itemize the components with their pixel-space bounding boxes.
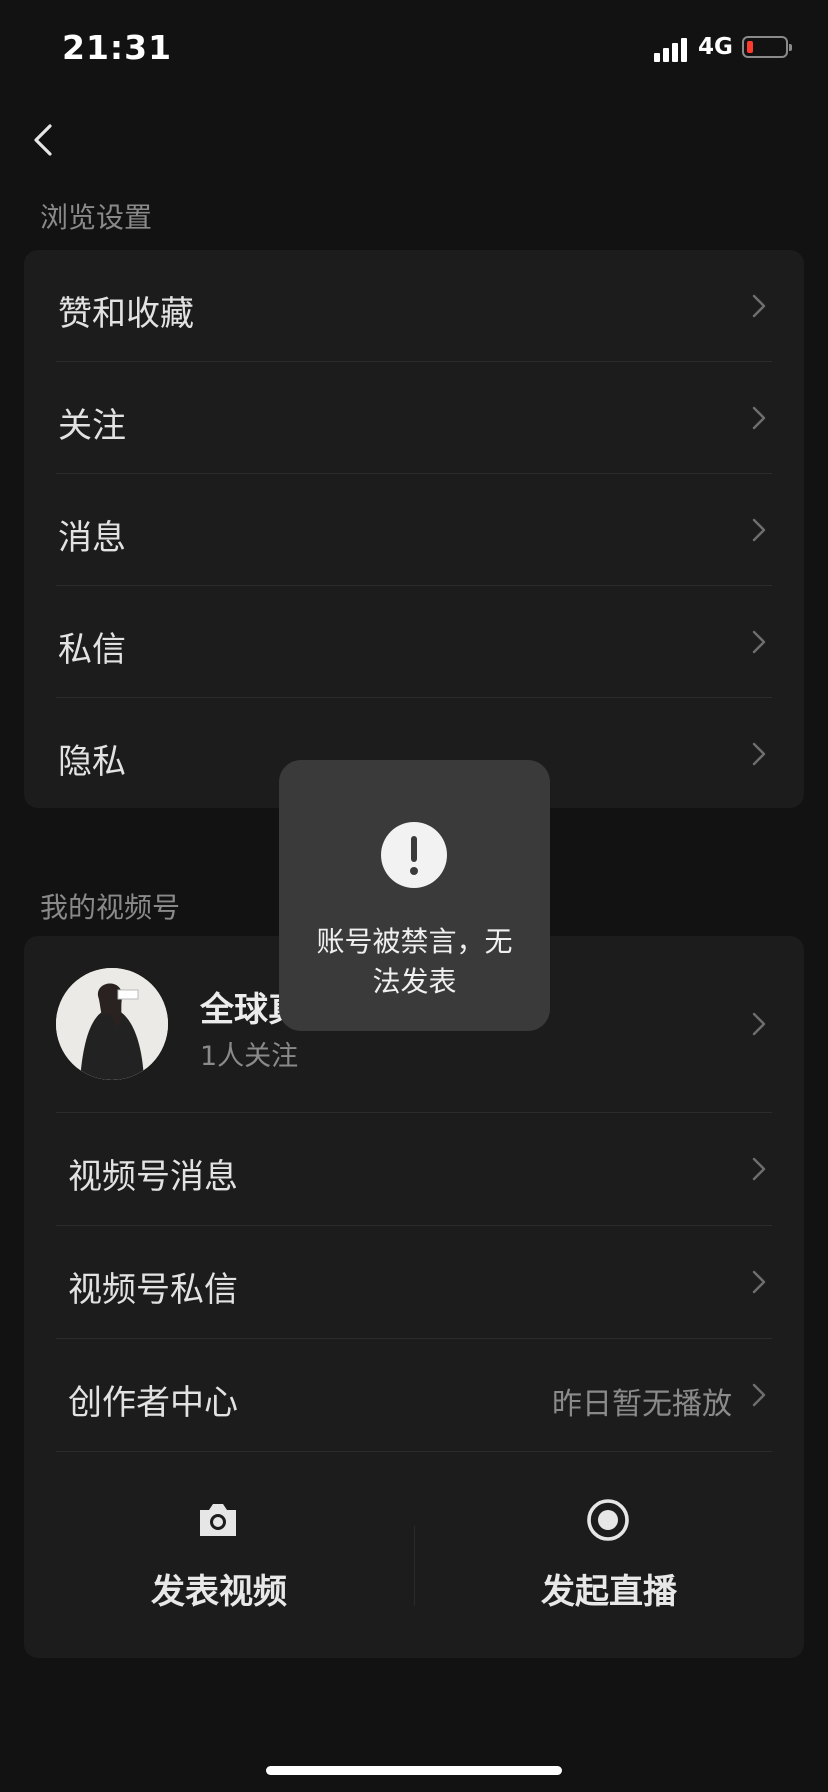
home-indicator[interactable] (266, 1766, 562, 1775)
row-label: 赞和收藏 (58, 294, 194, 334)
chevron-right-icon (752, 1383, 766, 1407)
chevron-right-icon (752, 518, 766, 542)
row-label: 视频号私信 (68, 1270, 238, 1310)
channel-direct-messages[interactable]: 视频号私信 (24, 1226, 804, 1338)
start-live-button[interactable]: 发起直播 (414, 1456, 804, 1646)
row-label: 私信 (58, 630, 126, 670)
status-time: 21:31 (62, 28, 173, 67)
setting-direct-messages[interactable]: 私信 (24, 586, 804, 698)
channels-section-title: 我的视频号 (40, 891, 181, 924)
row-label: 创作者中心 (68, 1383, 238, 1423)
channels-card: 全球真 1人关注 视频号消息 视频号私信 创作者中心 昨日暂无播放 发表视频 发… (24, 936, 804, 1658)
browse-settings-card: 赞和收藏 关注 消息 私信 隐私 (24, 250, 804, 808)
toast-message-line: 法发表 (372, 965, 457, 998)
action-bar: 发表视频 发起直播 (24, 1456, 804, 1656)
profile-photo (56, 968, 168, 1080)
chevron-right-icon (752, 406, 766, 430)
toast-message: 账号被禁言，无 法发表 (299, 922, 530, 1002)
setting-messages[interactable]: 消息 (24, 474, 804, 586)
network-type: 4G (698, 34, 733, 60)
chevron-right-icon (752, 1012, 766, 1036)
chevron-right-icon (752, 294, 766, 318)
chevron-left-icon (34, 124, 52, 156)
chevron-right-icon (752, 1157, 766, 1181)
action-label: 发起直播 (541, 1572, 677, 1612)
chevron-right-icon (752, 1270, 766, 1294)
browse-section-title: 浏览设置 (40, 201, 153, 234)
channel-messages[interactable]: 视频号消息 (24, 1113, 804, 1225)
setting-likes-favorites[interactable]: 赞和收藏 (24, 250, 804, 362)
row-label: 消息 (58, 518, 126, 558)
chevron-right-icon (752, 742, 766, 766)
post-video-button[interactable]: 发表视频 (24, 1456, 414, 1646)
toast-message-line: 账号被禁言，无 (316, 925, 513, 958)
action-label: 发表视频 (151, 1572, 287, 1612)
row-label: 隐私 (58, 742, 126, 782)
chevron-right-icon (752, 630, 766, 654)
signal-icon (654, 38, 688, 62)
divider (56, 1451, 772, 1452)
back-button[interactable] (30, 120, 60, 160)
avatar (56, 968, 168, 1080)
creator-center-status: 昨日暂无播放 (552, 1387, 732, 1422)
battery-icon (742, 36, 792, 58)
exclamation-icon (381, 822, 447, 888)
follower-count: 1人关注 (200, 1041, 299, 1072)
setting-follow[interactable]: 关注 (24, 362, 804, 474)
live-record-icon (587, 1499, 629, 1541)
creator-center[interactable]: 创作者中心 昨日暂无播放 (24, 1339, 804, 1451)
camera-icon (200, 1504, 236, 1536)
error-toast: 账号被禁言，无 法发表 (279, 760, 550, 1031)
row-label: 关注 (58, 406, 126, 446)
row-label: 视频号消息 (68, 1157, 238, 1197)
